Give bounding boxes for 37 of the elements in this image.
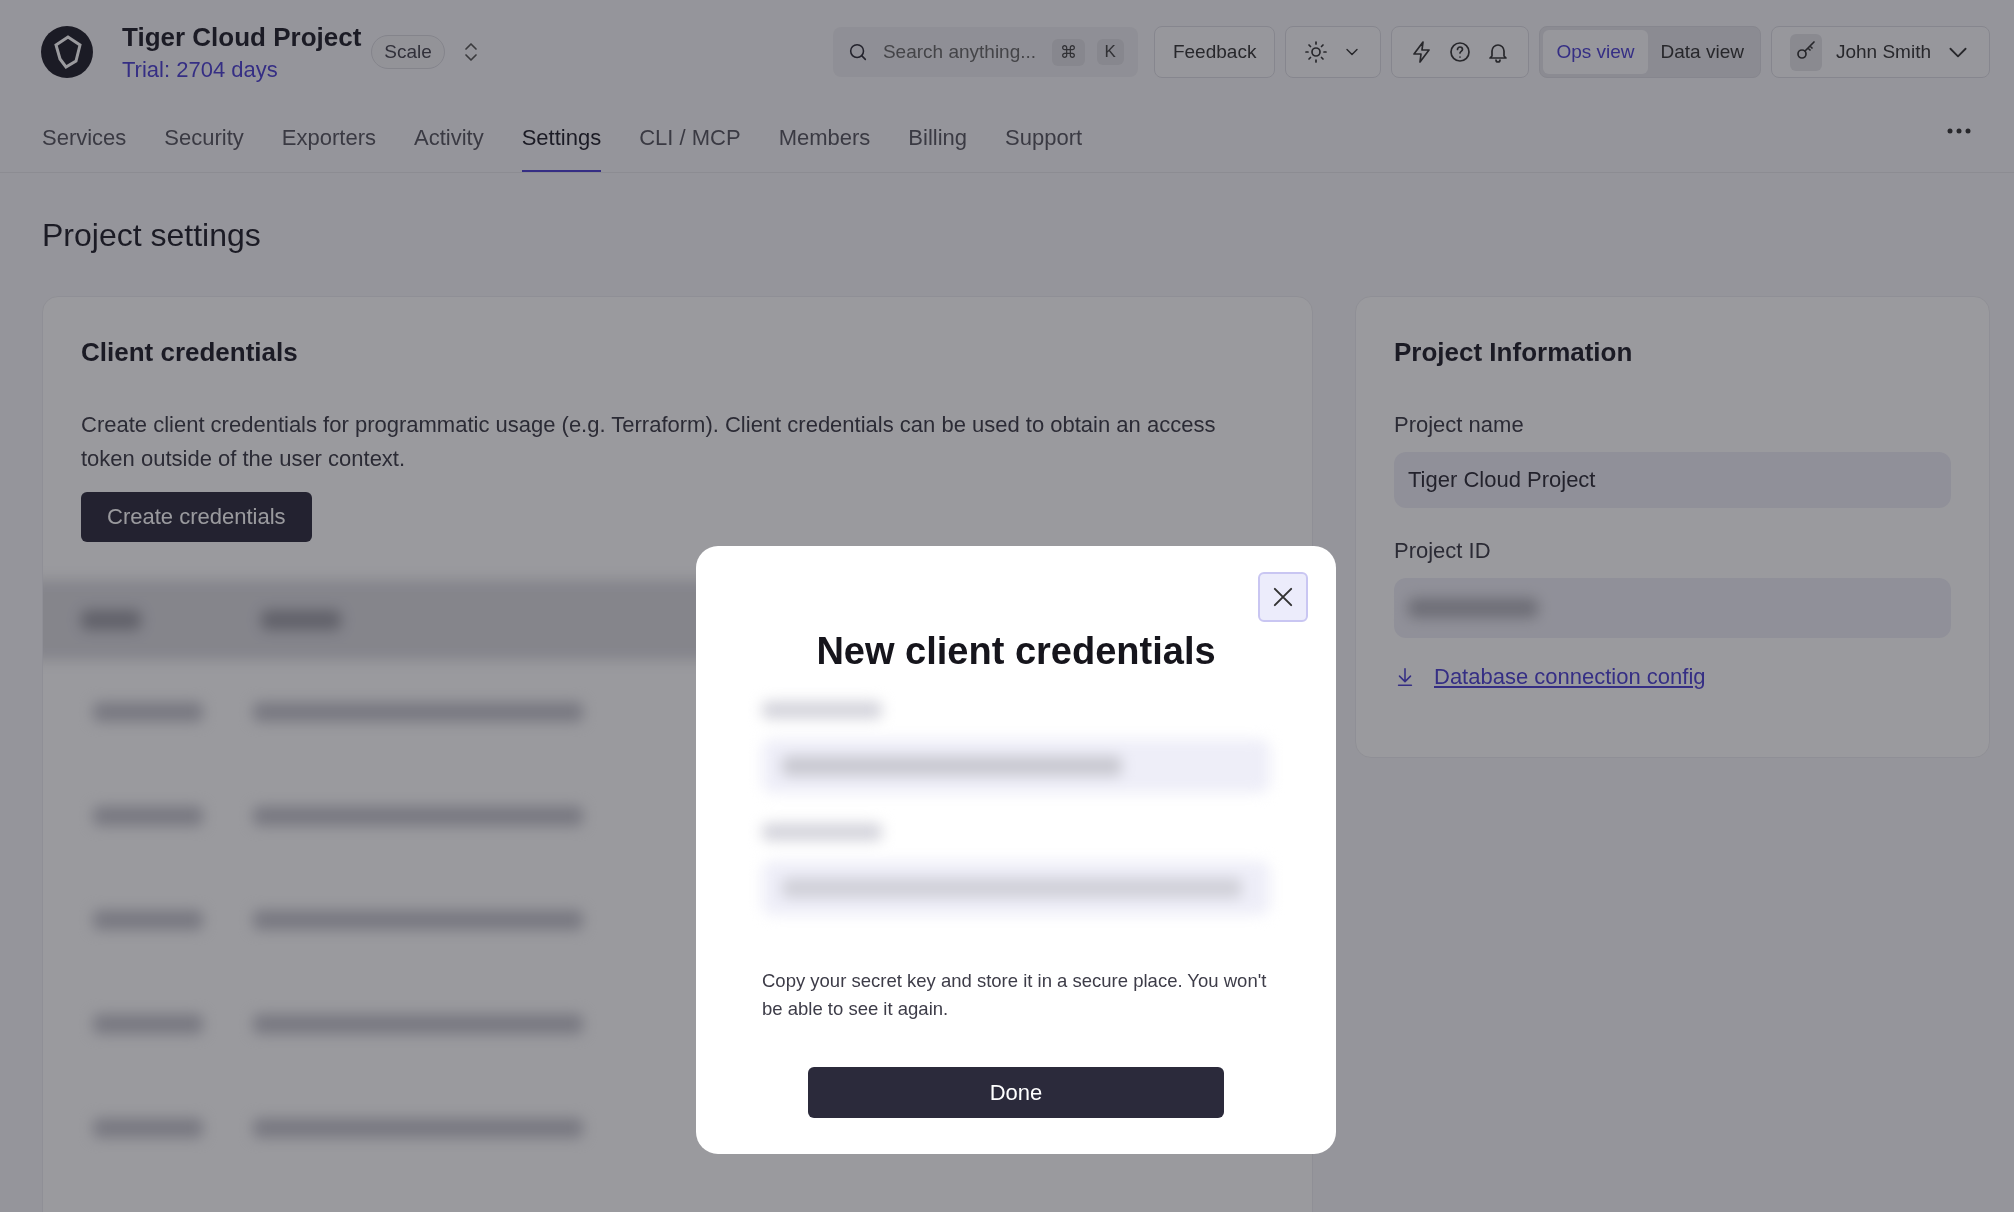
sun-icon xyxy=(1304,40,1329,64)
search-bar[interactable]: Search anything... ⌘ K xyxy=(832,27,1138,77)
trial-status: Trial: 2704 days xyxy=(122,56,279,83)
card-title: Project Information xyxy=(1394,337,1634,368)
plan-badge: Scale xyxy=(371,35,445,69)
project-name-field[interactable]: Tiger Cloud Project xyxy=(1394,452,1951,508)
page-title: Project settings xyxy=(42,217,262,254)
shortcut-key: ⌘ xyxy=(1051,38,1085,66)
field-label: Project name xyxy=(1394,412,1525,438)
nav-tab[interactable]: Activity xyxy=(414,90,484,172)
logo-icon[interactable] xyxy=(40,25,94,79)
nav-tab[interactable]: CLI / MCP xyxy=(639,90,741,172)
nav-tab[interactable]: Members xyxy=(778,90,871,172)
nav-tab[interactable]: Exporters xyxy=(281,90,376,172)
card-description: Create client credentials for programmatic usage (e.g. Terraform). Client credentials can be used to obtain an access token outside of the user context. xyxy=(81,411,1217,473)
nav-tab[interactable]: Support xyxy=(1005,90,1083,172)
card-title: Client credentials xyxy=(81,337,299,368)
shortcut-key: K xyxy=(1096,39,1124,65)
field-label: Project ID xyxy=(1394,538,1492,564)
view-tab[interactable]: Data view xyxy=(1647,30,1757,74)
more-icon[interactable] xyxy=(1946,127,1972,135)
feedback-button[interactable]: Feedback xyxy=(1153,26,1276,78)
help-icon xyxy=(1448,40,1473,64)
dialog-title: New client credentials xyxy=(815,630,1217,673)
search-field[interactable]: Search anything... xyxy=(880,40,1040,64)
nav-tab[interactable]: Services xyxy=(42,90,127,172)
create-credentials-button[interactable]: Create credentials xyxy=(81,492,312,542)
nav-tab[interactable]: Security xyxy=(164,90,244,172)
user-menu[interactable]: John Smith xyxy=(1770,26,1990,78)
config-link[interactable]: Database connection config xyxy=(1434,664,1706,690)
nav-tab[interactable]: Billing xyxy=(908,90,968,172)
close-button[interactable] xyxy=(1258,572,1308,622)
view-tab[interactable]: Ops view xyxy=(1543,30,1648,74)
dialog-note: Copy your secret key and store it in a secure place. You won't be able to see it again. xyxy=(762,969,1268,1021)
nav-tab[interactable]: Settings xyxy=(521,90,602,172)
project-name: Tiger Cloud Project xyxy=(122,21,362,53)
done-button[interactable]: Done xyxy=(808,1067,1224,1118)
